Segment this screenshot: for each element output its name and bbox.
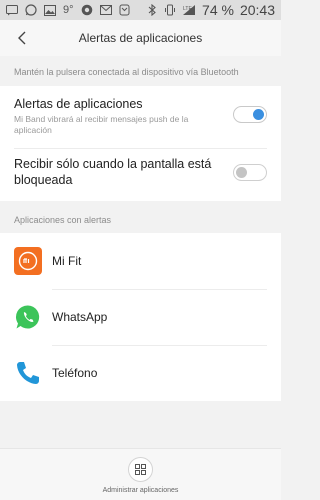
- page-title: Alertas de aplicaciones: [78, 31, 203, 45]
- toggle-knob: [236, 167, 247, 178]
- grid-icon: [135, 464, 146, 475]
- app-name: WhatsApp: [52, 310, 108, 324]
- locked-only-setting[interactable]: Recibir sólo cuando la pantalla está blo…: [14, 156, 267, 194]
- temperature-text: 9°: [63, 4, 74, 16]
- message-icon: [6, 4, 18, 16]
- locked-only-toggle[interactable]: [233, 164, 267, 181]
- section-header: Aplicaciones con alertas: [14, 215, 112, 225]
- whatsapp-icon: [14, 303, 42, 331]
- divider: [14, 148, 267, 149]
- locked-only-label: Recibir sólo cuando la pantalla está blo…: [14, 157, 212, 187]
- whatsapp-icon: [25, 4, 37, 16]
- settings-card: Alertas de aplicaciones Mi Band vibrará …: [0, 86, 281, 201]
- app-row-phone[interactable]: Teléfono: [14, 345, 267, 401]
- chrome-icon: [81, 4, 93, 16]
- bluetooth-icon: [146, 4, 158, 16]
- toggle-knob: [253, 109, 264, 120]
- app-alerts-setting[interactable]: Alertas de aplicaciones Mi Band vibrará …: [14, 96, 267, 144]
- app-alerts-description: Mi Band vibrará al recibir mensajes push…: [14, 114, 189, 135]
- mi-fit-icon: [14, 247, 42, 275]
- back-button[interactable]: [10, 26, 34, 50]
- svg-text:LTE: LTE: [183, 6, 192, 12]
- status-bar: 9° LTE 74 % 20:43: [0, 0, 281, 20]
- app-name: Mi Fit: [52, 254, 82, 268]
- vibrate-icon: [164, 4, 176, 16]
- bottom-bar: Administrar aplicaciones: [0, 448, 281, 500]
- phone-icon: [14, 359, 42, 387]
- apps-card: Mi Fit WhatsApp Teléfono: [0, 233, 281, 401]
- app-row-mi-fit[interactable]: Mi Fit: [14, 233, 267, 289]
- gmail-icon: [99, 4, 112, 16]
- app-header: Alertas de aplicaciones: [0, 20, 281, 56]
- app-row-whatsapp[interactable]: WhatsApp: [14, 289, 267, 345]
- chevron-left-icon: [18, 31, 26, 45]
- image-icon: [44, 4, 56, 16]
- mi-app-icon: [119, 4, 131, 16]
- bluetooth-hint: Mantén la pulsera conectada al dispositi…: [14, 67, 239, 77]
- app-alerts-toggle[interactable]: [233, 106, 267, 123]
- clock-text: 20:43: [239, 2, 275, 18]
- app-alerts-label: Alertas de aplicaciones: [14, 97, 143, 111]
- manage-apps-label[interactable]: Administrar aplicaciones: [0, 487, 281, 494]
- manage-apps-button[interactable]: [128, 457, 153, 482]
- app-name: Teléfono: [52, 366, 98, 380]
- signal-icon: LTE: [182, 4, 196, 16]
- battery-text: 74 %: [202, 2, 234, 18]
